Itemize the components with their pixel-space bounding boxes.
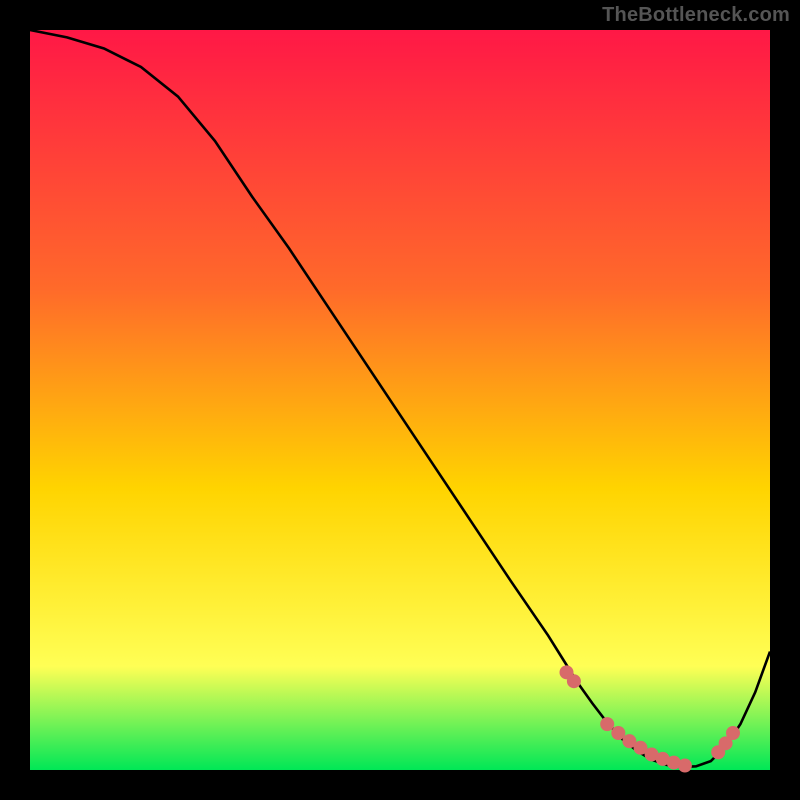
chart-plot — [0, 0, 800, 800]
chart-container: TheBottleneck.com — [0, 0, 800, 800]
data-point-marker — [567, 674, 581, 688]
watermark-label: TheBottleneck.com — [602, 4, 790, 27]
plot-background — [30, 30, 770, 770]
data-point-marker — [678, 759, 692, 773]
data-point-marker — [600, 717, 614, 731]
data-point-marker — [726, 726, 740, 740]
